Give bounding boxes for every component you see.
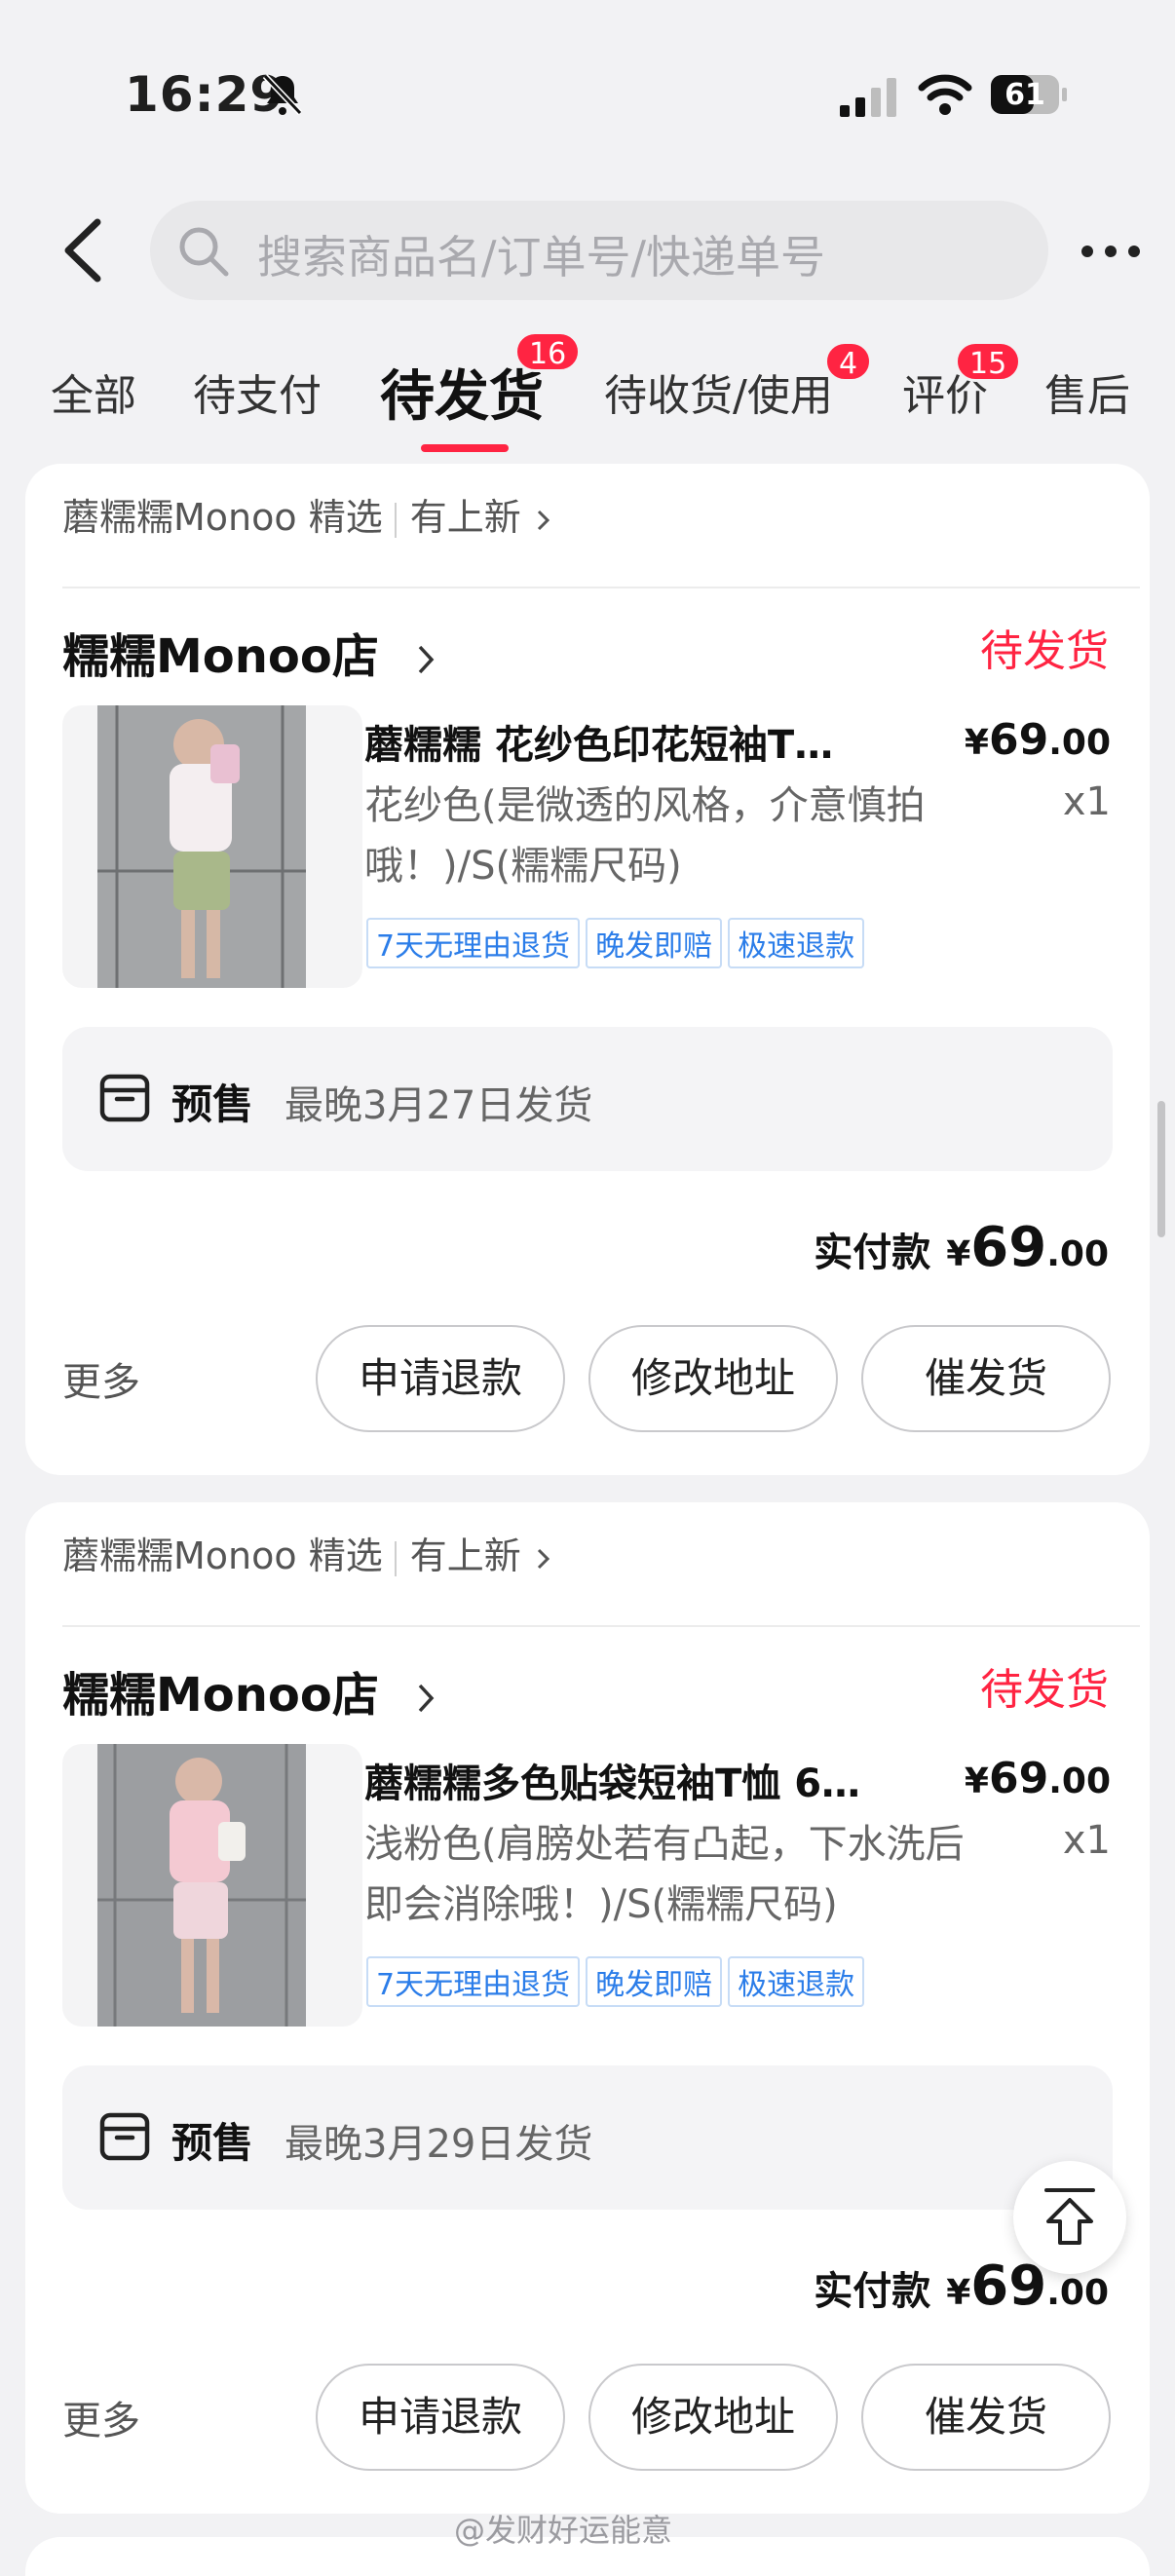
- tab-after-sales[interactable]: 售后: [1044, 360, 1130, 423]
- active-tab-indicator: [421, 444, 509, 452]
- shop-link[interactable]: 糯糯Monoo店: [62, 1656, 438, 1724]
- chevron-right-icon: [418, 1684, 434, 1713]
- currency: ¥: [964, 1762, 989, 1801]
- search-icon: [179, 227, 229, 277]
- presale-label: 预售: [171, 1080, 254, 1128]
- tab-badge-pending-receipt: 4: [824, 341, 873, 382]
- tab-badge-pending-shipment: 16: [514, 331, 582, 372]
- price-decimal: .00: [1048, 723, 1111, 763]
- paid-total: 实付款 ¥69.00: [814, 1216, 1109, 1279]
- price-integer: 69: [988, 1754, 1049, 1803]
- paid-label: 实付款: [814, 1231, 931, 1275]
- tag-fast-refund: 极速退款: [728, 1956, 865, 2007]
- back-arrow-icon[interactable]: [58, 216, 107, 284]
- package-icon: [99, 1074, 150, 1122]
- product-title[interactable]: 蘑糯糯 花纱色印花短袖T…: [364, 713, 910, 770]
- bell-muted-icon: [262, 73, 303, 116]
- chevron-right-icon: [537, 510, 550, 530]
- tag-7day-return: 7天无理由退货: [366, 1956, 581, 2007]
- new-arrivals-label: 有上新: [409, 496, 521, 539]
- shop-name: 糯糯Monoo店: [62, 629, 379, 684]
- chevron-right-icon: [537, 1548, 550, 1569]
- product-image[interactable]: [62, 705, 362, 988]
- total-integer: 69: [970, 1216, 1047, 1279]
- price-decimal: .00: [1048, 1762, 1111, 1801]
- order-tabs: 全部 待支付 待发货 16 待收货/使用 4 评价 15 售后: [0, 331, 1175, 468]
- divider: [62, 1625, 1140, 1627]
- product-price: ¥69.00: [965, 1754, 1111, 1803]
- change-address-button[interactable]: 修改地址: [588, 2364, 838, 2471]
- price-integer: 69: [988, 715, 1049, 765]
- total-decimal: .00: [1046, 1234, 1109, 1274]
- product-photo: [97, 705, 306, 988]
- status-bar: 16:29 61: [0, 0, 1175, 175]
- presale-notice: 预售 最晚3月27日发货: [62, 1027, 1113, 1171]
- presale-notice: 预售 最晚3月29日发货: [62, 2065, 1113, 2210]
- order-status: 待发货: [980, 1665, 1109, 1715]
- tab-pending-receipt[interactable]: 待收货/使用: [604, 360, 833, 423]
- store-line[interactable]: 蘑糯糯Monoo 精选 有上新: [62, 487, 552, 541]
- tag-late-compensation: 晚发即赔: [586, 918, 723, 968]
- search-placeholder: 搜索商品名/订单号/快递单号: [257, 231, 825, 284]
- quantity: x1: [1062, 779, 1111, 824]
- search-bar[interactable]: 搜索商品名/订单号/快递单号: [150, 201, 1048, 300]
- product-image[interactable]: [62, 1744, 362, 2027]
- urge-shipment-button[interactable]: 催发货: [861, 1325, 1111, 1432]
- tab-badge-review: 15: [955, 341, 1022, 382]
- request-refund-button[interactable]: 申请退款: [316, 1325, 565, 1432]
- service-tags: 7天无理由退货 晚发即赔 极速退款: [366, 918, 870, 968]
- total-decimal: .00: [1046, 2273, 1109, 2313]
- total-integer: 69: [970, 2254, 1047, 2318]
- more-link[interactable]: 更多: [62, 1350, 140, 1407]
- package-icon: [99, 2112, 150, 2161]
- shop-link[interactable]: 糯糯Monoo店: [62, 618, 438, 686]
- product-variant: 花纱色(是微透的风格，介意慎拍哦！)/S(糯糯尺码): [364, 783, 926, 889]
- battery-icon: 61: [990, 74, 1068, 115]
- more-link[interactable]: 更多: [62, 2389, 140, 2445]
- product-price: ¥69.00: [965, 715, 1111, 765]
- scroll-indicator[interactable]: [1157, 1101, 1165, 1237]
- back-to-top-button[interactable]: [1013, 2161, 1126, 2274]
- order-card: 蘑糯糯Monoo 精选 有上新 糯糯Monoo店 待发货 蘑糯糯 花纱色印花短袖T…: [25, 464, 1150, 1475]
- product-photo: [97, 1744, 306, 2027]
- store-name: 蘑糯糯Monoo 精选: [62, 1534, 383, 1577]
- request-refund-button[interactable]: 申请退款: [316, 2364, 565, 2471]
- service-tags: 7天无理由退货 晚发即赔 极速退款: [366, 1956, 870, 2007]
- currency: ¥: [946, 2273, 971, 2313]
- new-arrivals-label: 有上新: [409, 1534, 521, 1577]
- tab-pending-payment[interactable]: 待支付: [193, 360, 322, 423]
- back-to-top-icon: [1044, 2188, 1095, 2245]
- product-variant: 浅粉色(肩膀处若有凸起，下水洗后即会消除哦！)/S(糯糯尺码): [364, 1822, 965, 1927]
- store-line[interactable]: 蘑糯糯Monoo 精选 有上新: [62, 1526, 552, 1579]
- product-title[interactable]: 蘑糯糯多色贴袋短袖T恤 6…: [364, 1752, 910, 1808]
- more-options-icon[interactable]: [1080, 232, 1142, 271]
- cellular-signal-icon: [840, 78, 896, 117]
- store-name: 蘑糯糯Monoo 精选: [62, 496, 383, 539]
- paid-label: 实付款: [814, 2269, 931, 2314]
- order-card: 蘑糯糯Monoo 精选 有上新 糯糯Monoo店 待发货 蘑糯糯多色贴袋短袖T恤 …: [25, 1502, 1150, 2514]
- change-address-button[interactable]: 修改地址: [588, 1325, 838, 1432]
- divider: [62, 587, 1140, 588]
- shop-name: 糯糯Monoo店: [62, 1668, 379, 1723]
- tag-late-compensation: 晚发即赔: [586, 1956, 723, 2007]
- tag-fast-refund: 极速退款: [728, 918, 865, 968]
- watermark: @发财好运能意: [454, 2512, 673, 2549]
- order-status: 待发货: [980, 626, 1109, 676]
- battery-level: 61: [1004, 78, 1045, 112]
- currency: ¥: [946, 1234, 971, 1274]
- presale-ship-date: 最晚3月27日发货: [284, 1083, 593, 1128]
- quantity: x1: [1062, 1818, 1111, 1863]
- tag-7day-return: 7天无理由退货: [366, 918, 581, 968]
- wifi-icon: [918, 74, 972, 115]
- currency: ¥: [964, 723, 989, 763]
- chevron-right-icon: [418, 645, 434, 674]
- presale-label: 预售: [171, 2119, 254, 2167]
- presale-ship-date: 最晚3月29日发货: [284, 2122, 593, 2167]
- urge-shipment-button[interactable]: 催发货: [861, 2364, 1111, 2471]
- tab-all[interactable]: 全部: [51, 360, 136, 423]
